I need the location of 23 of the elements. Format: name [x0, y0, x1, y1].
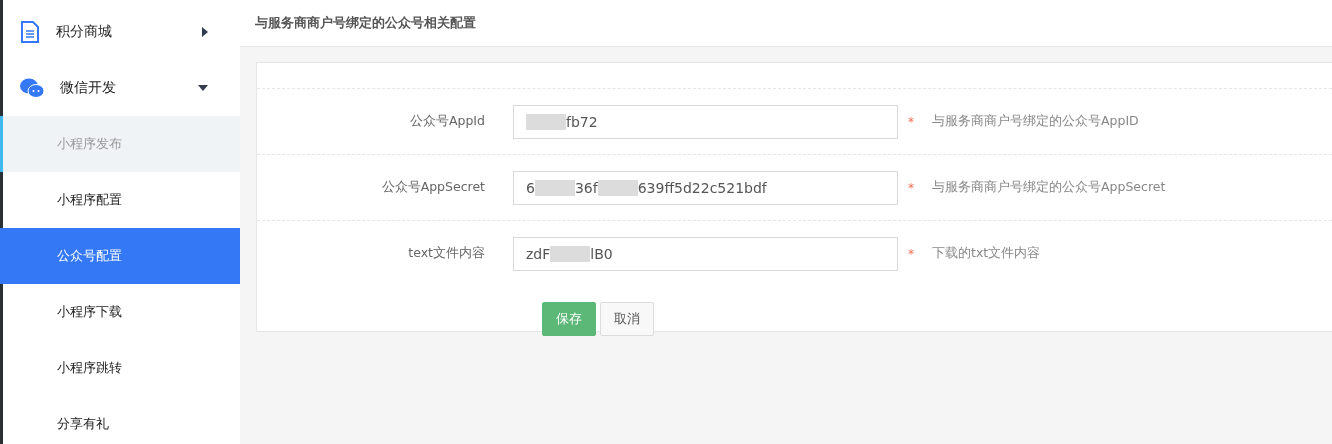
cancel-button[interactable]: 取消: [600, 302, 654, 336]
sidebar-item[interactable]: 公众号配置: [0, 228, 240, 284]
required-mark: *: [908, 180, 914, 195]
input-field[interactable]: 6 36f 639ff5d22c521bdf: [513, 170, 898, 205]
page-title: 与服务商商户号绑定的公众号相关配置: [255, 14, 476, 32]
field-hint: 与服务商商户号绑定的公众号AppID: [932, 113, 1139, 130]
sidebar-menu-item[interactable]: 微信开发: [3, 60, 240, 116]
sidebar-menu-item[interactable]: 积分商城: [3, 4, 240, 60]
field-label: 公众号AppId: [408, 113, 486, 130]
sidebar-item[interactable]: 小程序配置: [0, 172, 240, 228]
input-field[interactable]: fb72: [513, 104, 898, 139]
sidebar-item[interactable]: 小程序下载: [0, 284, 240, 340]
field-hint: 下载的txt文件内容: [932, 245, 1041, 262]
sidebar-item[interactable]: 分享有礼: [0, 396, 240, 444]
sidebar-item[interactable]: 小程序跳转: [0, 340, 240, 396]
document-icon: [20, 21, 40, 43]
chat-icon: [20, 78, 44, 98]
input-field[interactable]: zdF lB0: [513, 236, 898, 271]
field-label: 公众号AppSecret: [380, 179, 486, 196]
required-mark: *: [908, 246, 914, 261]
required-mark: *: [908, 114, 914, 129]
field-hint: 与服务商商户号绑定的公众号AppSecret: [932, 179, 1166, 196]
field-label: text文件内容: [407, 245, 486, 262]
